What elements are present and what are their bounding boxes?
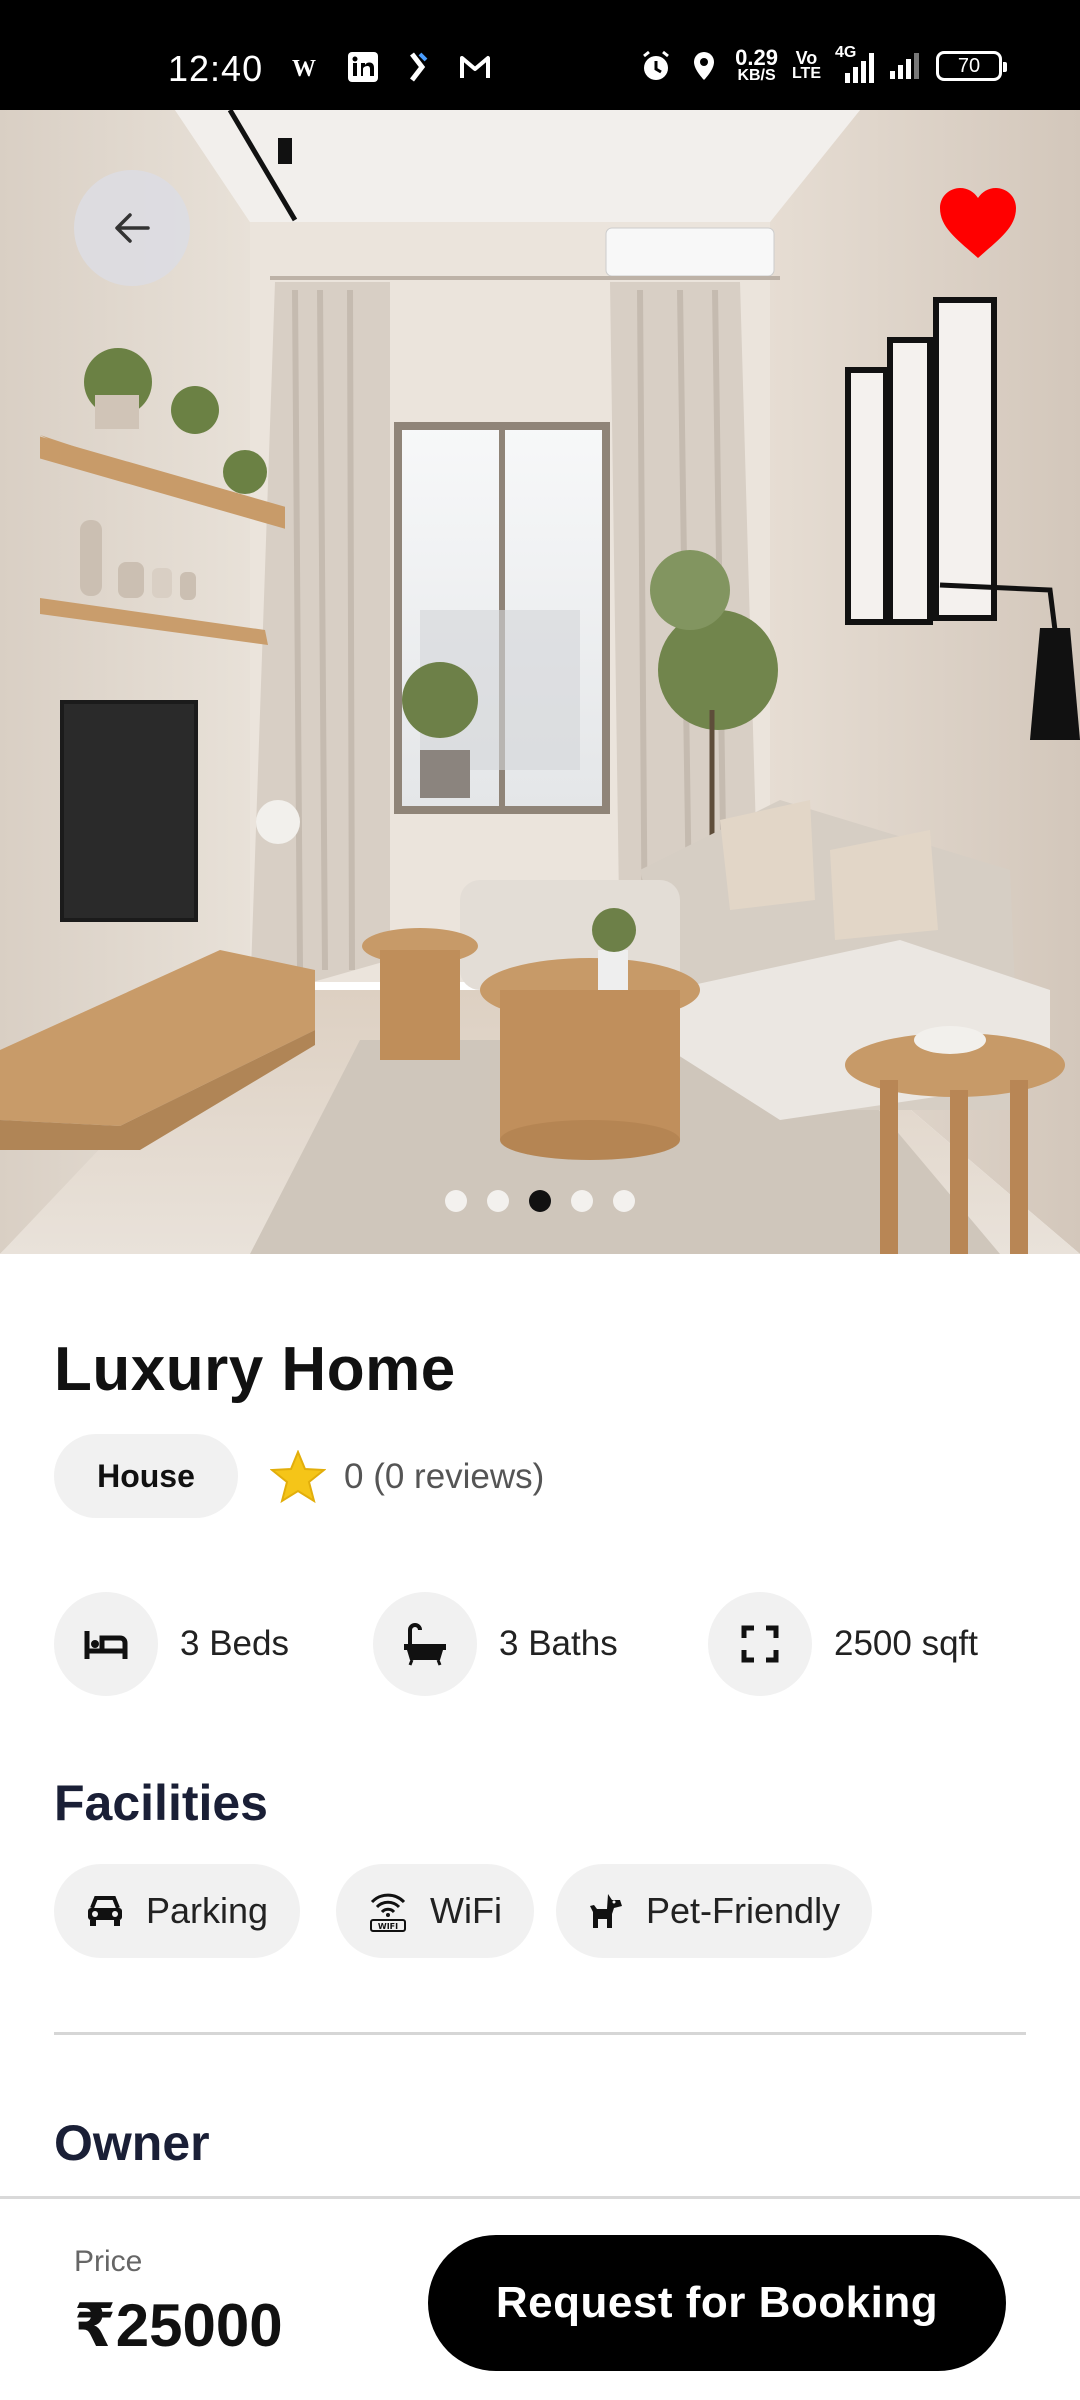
back-button[interactable]: [74, 170, 190, 286]
carousel-dot[interactable]: [613, 1190, 635, 1212]
expand-icon: [741, 1625, 779, 1663]
property-image-carousel[interactable]: [0, 110, 1080, 1254]
heart-icon: [940, 188, 1016, 258]
rating-summary[interactable]: 0 (0 reviews): [270, 1450, 544, 1504]
carousel-dot[interactable]: [571, 1190, 593, 1212]
volte-indicator: Vo LTE: [791, 48, 821, 82]
status-time: 12:40: [168, 48, 264, 89]
carousel-dot[interactable]: [487, 1190, 509, 1212]
living-room-photo: [0, 110, 1080, 1254]
feature-area: 2500 sqft: [708, 1592, 978, 1696]
signal-strength-sim2-icon: [890, 53, 919, 79]
bed-icon: [84, 1631, 128, 1659]
rating-text: 0 (0 reviews): [344, 1457, 545, 1496]
battery-indicator: 70: [936, 51, 1007, 81]
bathtub-icon: [404, 1623, 446, 1666]
property-type-badge: House: [54, 1434, 238, 1518]
star-icon: [270, 1450, 326, 1504]
status-bar: 12:40 W 0.29 KB/S Vo LTE 4G 70: [0, 0, 1080, 110]
feature-beds: 3 Beds: [54, 1592, 289, 1696]
feature-label: 2500 sqft: [834, 1624, 978, 1663]
facility-chip-wifi: WIFI WiFi: [336, 1864, 534, 1958]
feature-label: 3 Beds: [180, 1624, 289, 1663]
feature-baths: 3 Baths: [373, 1592, 618, 1696]
favorite-button[interactable]: [938, 188, 1018, 260]
feature-label: 3 Baths: [499, 1624, 618, 1663]
carousel-indicator: [0, 1190, 1080, 1212]
facility-label: Parking: [146, 1890, 269, 1931]
kotak-icon: [410, 52, 428, 82]
facility-chip-pet-friendly: Pet-Friendly: [556, 1864, 873, 1958]
gmail-icon: [460, 56, 490, 78]
property-title: Luxury Home: [54, 1335, 456, 1404]
facility-label: Pet-Friendly: [646, 1890, 841, 1931]
alarm-icon: [643, 50, 670, 80]
facility-chip-parking: Parking: [54, 1864, 301, 1958]
carousel-dot[interactable]: [445, 1190, 467, 1212]
dog-icon: [590, 1894, 622, 1928]
price-label: Price: [74, 2245, 143, 2278]
expand-icon-wrap: [708, 1592, 812, 1696]
facility-label: WiFi: [430, 1890, 502, 1931]
car-icon: [88, 1896, 122, 1926]
booking-bar: Price ₹25000 Request for Booking: [0, 2196, 1080, 2400]
notification-icons: W: [290, 50, 492, 84]
linkedin-icon: [348, 52, 378, 82]
bathtub-icon-wrap: [373, 1592, 477, 1696]
signal-strength-sim1: 4G: [835, 45, 874, 83]
system-icons: 0.29 KB/S Vo LTE 4G 70: [639, 45, 1007, 84]
svg-text:W: W: [292, 56, 316, 82]
request-booking-button[interactable]: Request for Booking: [428, 2235, 1006, 2371]
svg-text:WIFI: WIFI: [378, 1922, 398, 1931]
wps-icon: W: [292, 56, 316, 82]
carousel-dot[interactable]: [529, 1190, 551, 1212]
bed-icon-wrap: [54, 1592, 158, 1696]
section-divider: [54, 2032, 1026, 2035]
arrow-left-icon: [115, 213, 150, 243]
network-speed: 0.29 KB/S: [735, 45, 778, 84]
location-icon: [694, 52, 715, 80]
price-value: ₹25000: [74, 2292, 283, 2359]
owner-heading: Owner: [54, 2115, 210, 2171]
facilities-heading: Facilities: [54, 1775, 268, 1831]
wifi-icon: WIFI: [370, 1893, 406, 1932]
